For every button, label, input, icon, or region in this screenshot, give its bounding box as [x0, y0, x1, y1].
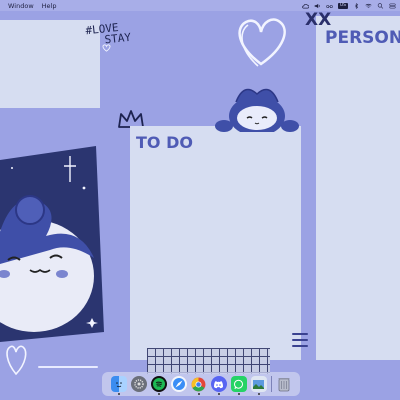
small-heart-icon	[102, 44, 111, 52]
dock-separator	[270, 376, 272, 392]
safari-icon[interactable]	[170, 376, 187, 392]
dock	[102, 372, 300, 396]
heart-outline-icon	[6, 345, 27, 376]
menu-bar: Window Help US	[0, 0, 400, 11]
menu-window[interactable]: Window	[8, 2, 34, 10]
personal-title: PERSONA	[325, 28, 400, 48]
preview-icon[interactable]	[250, 376, 267, 395]
note-menu-icon[interactable]	[292, 333, 308, 351]
input-source-badge[interactable]: US	[337, 2, 348, 9]
note-todo[interactable]	[130, 126, 301, 360]
spotify-icon[interactable]	[150, 376, 167, 395]
whatsapp-icon[interactable]	[230, 376, 247, 395]
xx-sticker: XX	[305, 10, 332, 30]
cloud-icon[interactable]	[302, 3, 309, 9]
discord-icon[interactable]	[210, 376, 227, 395]
note-personal[interactable]	[316, 16, 400, 360]
mascot-peek-icon	[215, 88, 299, 132]
control-center-icon[interactable]	[389, 3, 396, 9]
finder-icon[interactable]	[110, 376, 127, 395]
mascot-picture	[0, 146, 104, 342]
glasses-icon[interactable]	[326, 3, 333, 9]
todo-title: TO DO	[136, 133, 193, 152]
deco-line	[38, 366, 98, 368]
menu-help[interactable]: Help	[42, 2, 57, 10]
settings-icon[interactable]	[130, 376, 147, 392]
trash-icon[interactable]	[276, 376, 292, 392]
heart-doodle-icon	[238, 18, 286, 67]
bluetooth-icon[interactable]	[353, 2, 360, 9]
volume-icon[interactable]	[314, 3, 321, 9]
search-icon[interactable]	[377, 2, 384, 9]
grid-tape	[147, 348, 270, 374]
wifi-icon[interactable]	[365, 3, 372, 9]
chrome-icon[interactable]	[191, 376, 207, 395]
